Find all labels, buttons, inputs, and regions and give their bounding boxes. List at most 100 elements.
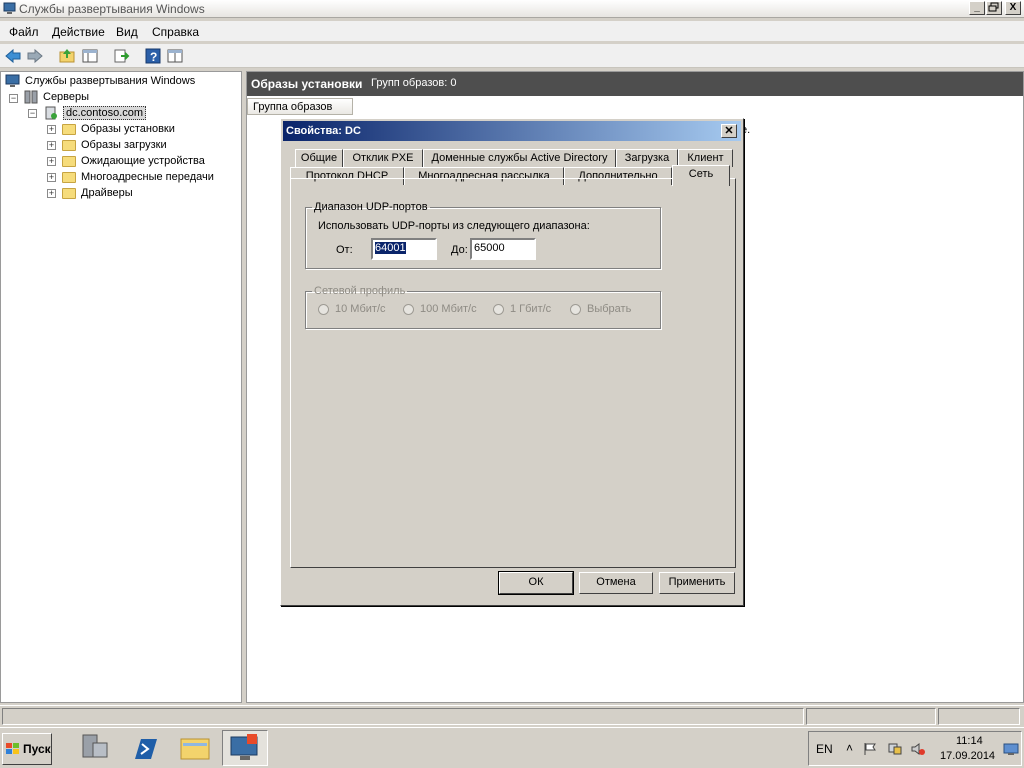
multicast-folder-icon <box>62 171 76 183</box>
to-label: До: <box>451 244 468 256</box>
tree-pending-devices-label: Ожидающие устройства <box>81 155 205 167</box>
expand-multicast-icon[interactable]: + <box>47 173 56 182</box>
speaker-muted-icon[interactable] <box>910 742 926 756</box>
window-title: Службы развертывания Windows <box>19 2 205 16</box>
taskbar-powershell[interactable] <box>122 730 168 766</box>
collapse-servers-icon[interactable]: − <box>9 94 18 103</box>
tree-pending-devices[interactable]: Ожидающие устройства <box>62 153 205 169</box>
radio-circle-icon <box>403 303 414 315</box>
toolbar: ? <box>0 44 1024 68</box>
tree-server-label: dc.contoso.com <box>63 106 147 120</box>
tree-multicast[interactable]: Многоадресные передачи <box>62 169 214 185</box>
menu-view[interactable]: Вид <box>116 25 138 39</box>
dialog-title: Свойства: DC <box>286 125 361 137</box>
export-icon[interactable] <box>112 47 130 65</box>
radio-1gbps[interactable]: 1 Гбит/с <box>493 303 551 315</box>
forward-icon[interactable] <box>26 47 44 65</box>
radio-circle-icon <box>570 303 581 315</box>
apply-button[interactable]: Применить <box>659 572 735 594</box>
menu-action[interactable]: Действие <box>52 25 105 39</box>
tree-install-images[interactable]: Образы установки <box>62 121 175 137</box>
servers-icon <box>24 90 38 104</box>
show-desktop-icon[interactable] <box>1003 742 1019 756</box>
help-icon[interactable]: ? <box>144 47 162 65</box>
tab-boot[interactable]: Загрузка <box>616 149 678 167</box>
expand-pending-devices-icon[interactable]: + <box>47 157 56 166</box>
folder-icon <box>62 123 76 135</box>
ok-button[interactable]: ОК <box>498 571 574 595</box>
tree-server[interactable]: dc.contoso.com <box>43 105 147 121</box>
menu-bar: Файл Действие Вид Справка <box>0 21 1024 41</box>
to-port-input[interactable]: 65000 <box>470 238 536 260</box>
radio-10mbps[interactable]: 10 Мбит/с <box>318 303 386 315</box>
tree-root[interactable]: Службы развертывания Windows <box>5 73 195 89</box>
tree-drivers[interactable]: Драйверы <box>62 185 133 201</box>
up-folder-icon[interactable] <box>58 47 76 65</box>
wds-app-icon <box>3 2 16 15</box>
language-indicator[interactable]: EN <box>816 742 833 756</box>
wds-icon <box>230 734 258 760</box>
udp-port-legend: Диапазон UDP-портов <box>314 201 428 213</box>
from-port-input[interactable]: 64001 <box>371 238 437 260</box>
tree-servers-label: Серверы <box>43 91 90 103</box>
tab-general[interactable]: Общие <box>295 149 343 167</box>
dialog-title-bar[interactable]: Свойства: DC ✕ <box>283 121 741 141</box>
expand-boot-images-icon[interactable]: + <box>47 141 56 150</box>
tree-root-label: Службы развертывания Windows <box>25 75 196 87</box>
column-header-group[interactable]: Группа образов <box>247 98 353 115</box>
tree-install-images-label: Образы установки <box>81 123 175 135</box>
taskbar-server-manager[interactable] <box>70 730 116 766</box>
expand-drivers-icon[interactable]: + <box>47 189 56 198</box>
show-tree-icon[interactable] <box>81 47 99 65</box>
server-manager-icon <box>82 734 108 758</box>
tree-boot-images[interactable]: Образы загрузки <box>62 137 167 153</box>
action-center-flag-icon[interactable] <box>863 742 877 756</box>
title-bar: Службы развертывания Windows _ X <box>0 0 1024 18</box>
tab-ad-ds[interactable]: Доменные службы Active Directory <box>423 149 616 167</box>
windows-logo-icon <box>6 743 19 754</box>
start-label: Пуск <box>23 742 51 756</box>
tab-network[interactable]: Сеть <box>672 165 730 186</box>
radio-circle-icon <box>493 303 504 315</box>
radio-custom[interactable]: Выбрать <box>570 303 631 315</box>
cancel-button[interactable]: Отмена <box>579 572 653 594</box>
status-bar <box>0 705 1024 726</box>
dialog-close-button[interactable]: ✕ <box>721 124 737 138</box>
taskbar: Пуск EN ˄ 11:14 17.09.2014 <box>0 727 1024 768</box>
menu-help[interactable]: Справка <box>152 25 199 39</box>
close-button[interactable]: X <box>1005 1 1021 15</box>
results-title: Образы установки <box>251 77 363 91</box>
restore-button[interactable] <box>986 1 1002 15</box>
tree-servers[interactable]: Серверы <box>23 89 89 105</box>
status-panel <box>806 708 936 725</box>
tree-boot-images-label: Образы загрузки <box>81 139 167 151</box>
show-hidden-icons-icon[interactable]: ˄ <box>846 741 853 755</box>
from-label: От: <box>336 244 353 256</box>
menu-file[interactable]: Файл <box>9 25 39 39</box>
tree-multicast-label: Многоадресные передачи <box>81 171 214 183</box>
network-icon[interactable] <box>887 742 903 756</box>
tab-pxe-response[interactable]: Отклик PXE <box>343 149 423 167</box>
start-button[interactable]: Пуск <box>2 733 52 765</box>
powershell-icon <box>135 739 157 759</box>
taskbar-wds[interactable] <box>222 730 268 766</box>
results-count: Групп образов: 0 <box>371 77 457 89</box>
expand-install-images-icon[interactable]: + <box>47 125 56 134</box>
back-icon[interactable] <box>4 47 22 65</box>
boot-images-folder-icon <box>62 139 76 151</box>
radio-100mbps[interactable]: 100 Мбит/с <box>403 303 477 315</box>
wds-icon <box>5 74 20 87</box>
drivers-folder-icon <box>62 187 76 199</box>
properties-icon[interactable] <box>166 47 184 65</box>
console-tree: Службы развертывания Windows − Серверы −… <box>0 71 242 703</box>
system-tray: EN ˄ 11:14 17.09.2014 <box>808 731 1022 766</box>
collapse-server-icon[interactable]: − <box>28 109 37 118</box>
status-panel <box>2 708 804 725</box>
network-profile-legend: Сетевой профиль <box>314 285 406 297</box>
svg-text:?: ? <box>150 50 157 64</box>
tree-drivers-label: Драйверы <box>81 187 133 199</box>
status-panel <box>938 708 1020 725</box>
minimize-button[interactable]: _ <box>969 1 985 15</box>
radio-circle-icon <box>318 303 329 315</box>
taskbar-explorer[interactable] <box>172 730 218 766</box>
